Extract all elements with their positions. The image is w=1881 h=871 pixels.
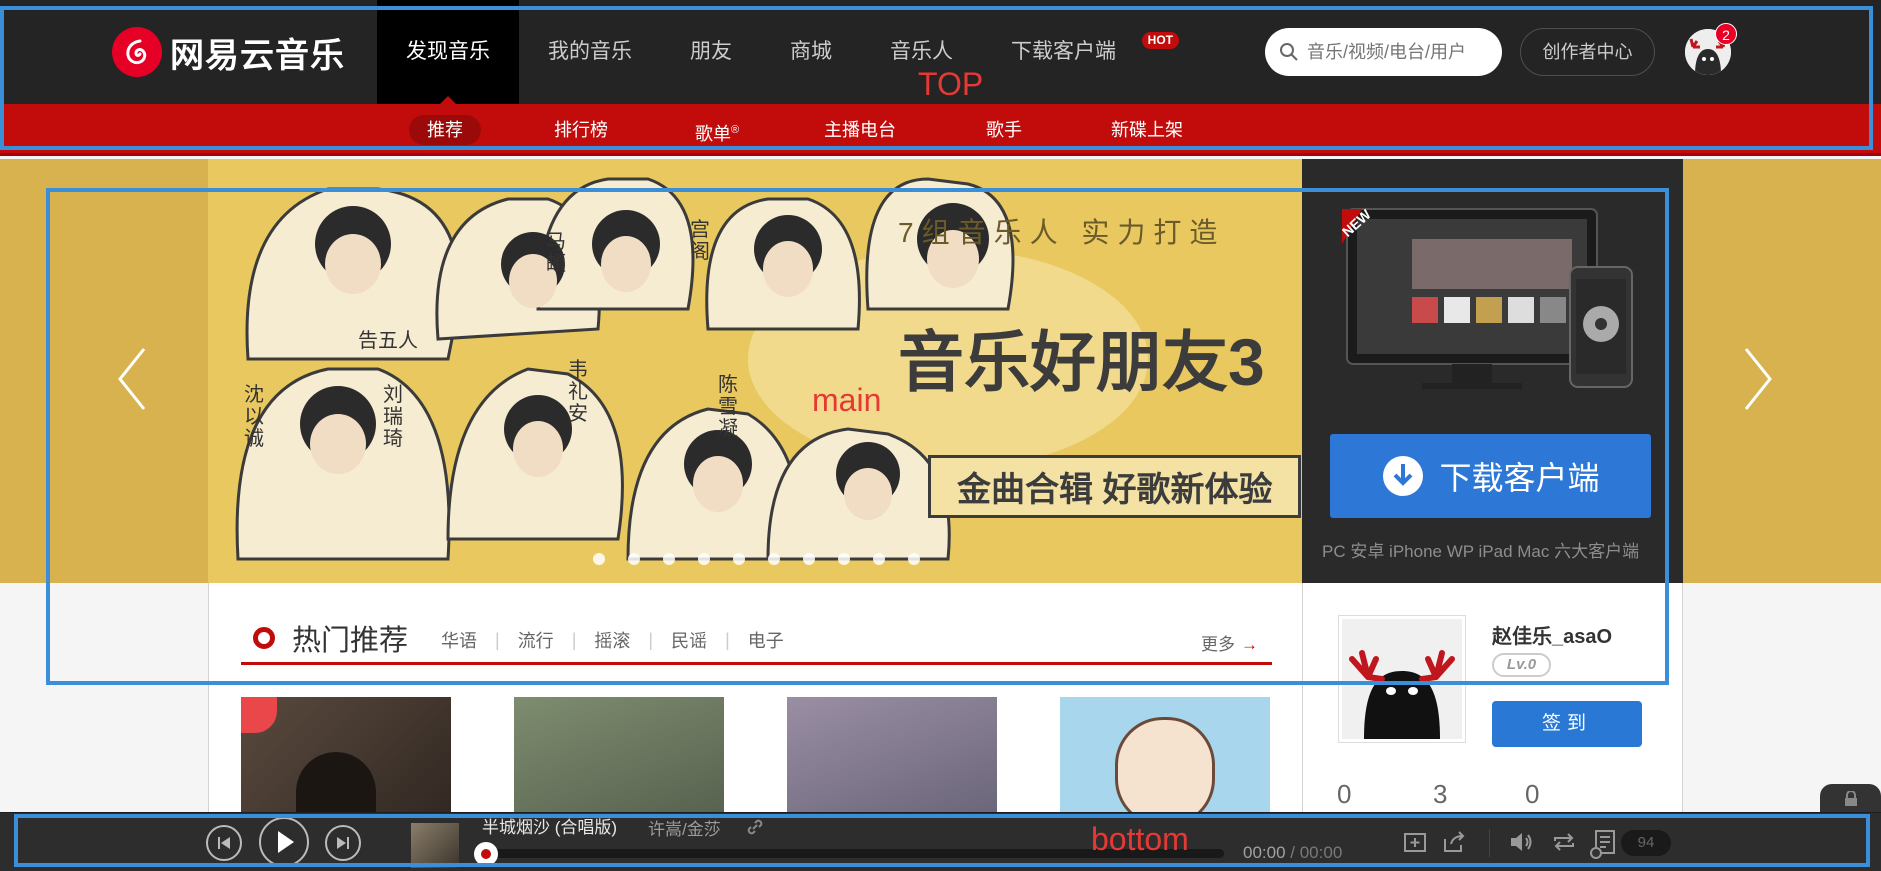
signin-button[interactable]: 签到 <box>1492 701 1642 747</box>
next-slide-arrow-icon[interactable] <box>1732 339 1782 419</box>
annotation-label-top: TOP <box>918 66 984 102</box>
lock-icon <box>1845 791 1857 806</box>
stat-value[interactable]: 0 <box>1525 779 1539 810</box>
stat-value[interactable]: 3 <box>1433 779 1447 810</box>
player-lock-tab[interactable] <box>1820 784 1881 812</box>
cover-figure <box>1115 717 1215 827</box>
stat-value[interactable]: 0 <box>1337 779 1351 810</box>
annotation-label-bottom: bottom <box>1091 821 1189 857</box>
annotation-label-main: main <box>812 382 882 418</box>
annotation-box-main <box>46 188 1669 685</box>
netease-badge-icon <box>241 697 277 733</box>
annotation-box-bottom <box>14 814 1870 867</box>
